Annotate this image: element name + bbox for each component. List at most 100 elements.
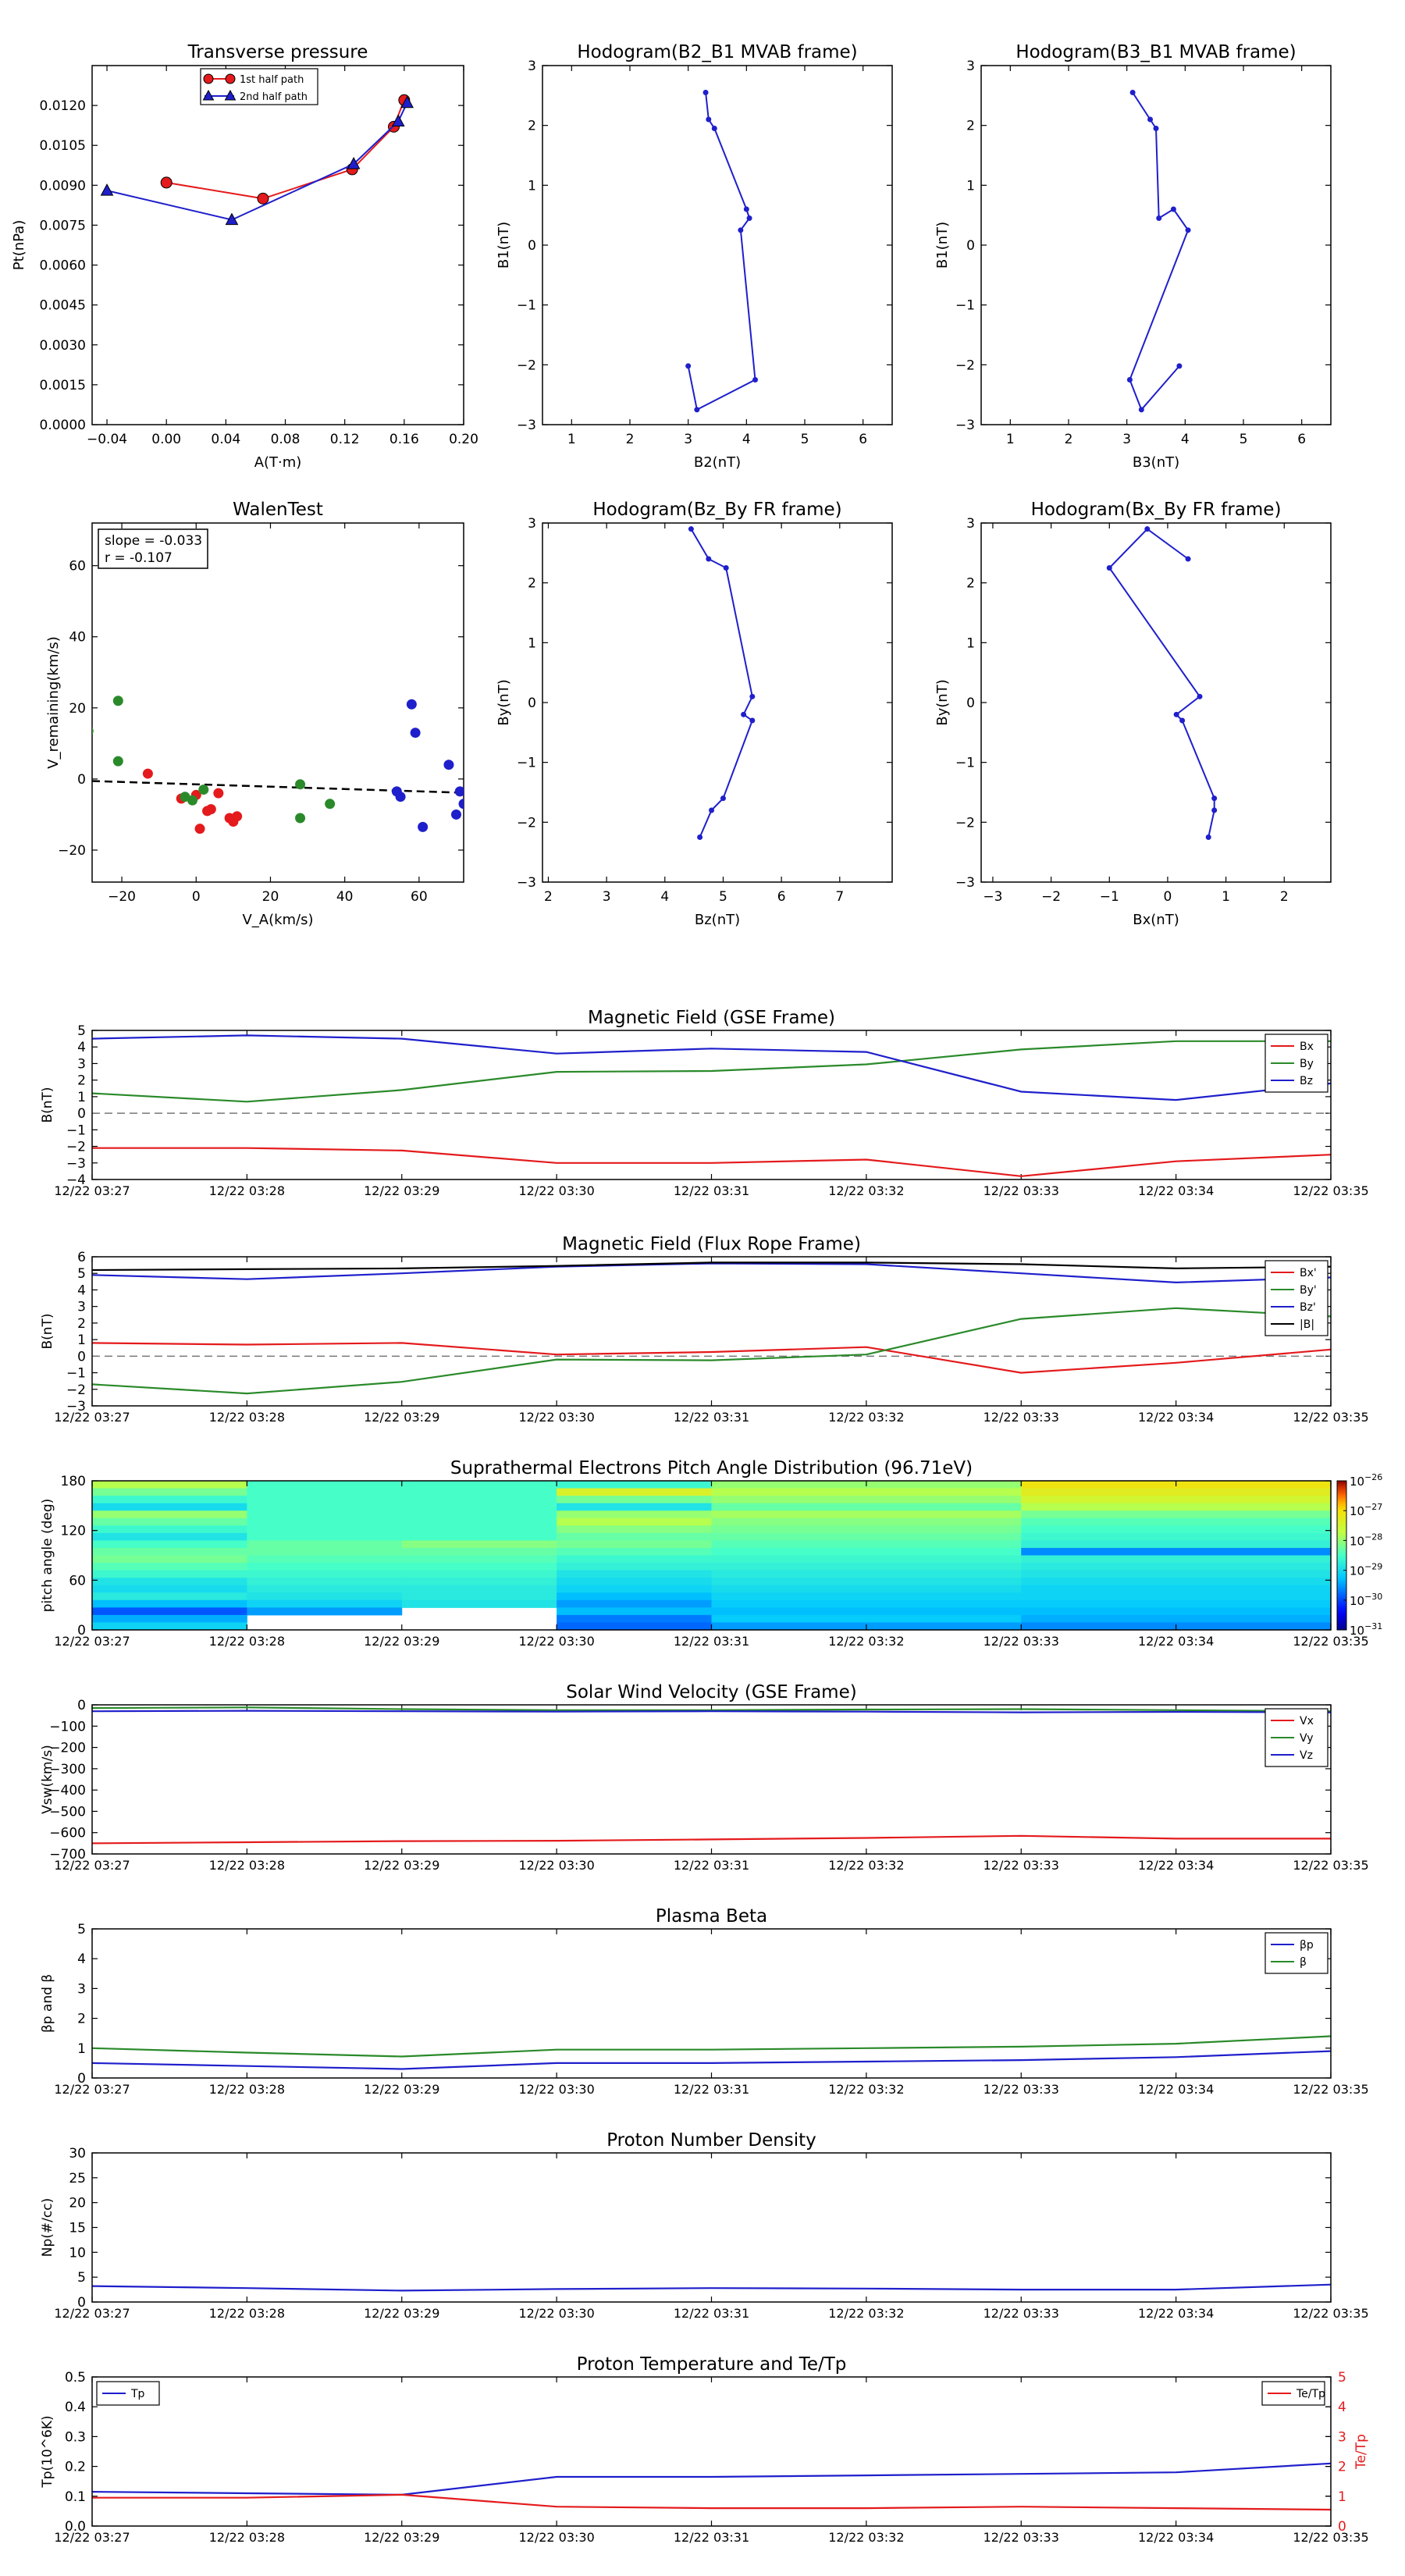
legend-label: β <box>1300 1956 1307 1969</box>
legend-label: By' <box>1300 1284 1317 1297</box>
heatmap-cell <box>92 1578 247 1586</box>
x-tick-label: −2 <box>1041 889 1061 905</box>
plot-frame <box>91 1704 1332 1855</box>
x-tick-label: 12/22 03:27 <box>54 2082 130 2097</box>
heatmap-cell <box>401 1503 557 1511</box>
y-tick-label: 0.1 <box>65 2489 86 2505</box>
y-axis-label: B(nT) <box>40 1087 55 1123</box>
legend: βp β <box>1264 1932 1329 1974</box>
y-tick-label: 0.0120 <box>40 98 86 114</box>
x-tick-label: 12/22 03:28 <box>209 2082 285 2097</box>
series-line <box>91 1034 1332 1101</box>
heatmap-cell <box>92 1570 247 1578</box>
x-tick-label: 12/22 03:32 <box>828 1634 904 1649</box>
heatmap-cell <box>711 1599 1022 1608</box>
y-tick-label: 0.0105 <box>40 138 86 154</box>
y-tick-label: 4 <box>77 1283 86 1298</box>
heatmap-cell <box>1021 1517 1332 1526</box>
heatmap-cell <box>557 1592 712 1601</box>
data-point <box>1147 116 1154 123</box>
annotation-text: slope = -0.033 <box>105 533 202 549</box>
heatmap-cell <box>711 1563 1022 1571</box>
y-tick-label: 0.4 <box>65 2400 86 2415</box>
y-tick-label: 25 <box>69 2171 86 2186</box>
plot-frame <box>980 65 1332 425</box>
heatmap-cell <box>1021 1510 1332 1519</box>
plot-frame <box>91 1030 1332 1180</box>
heatmap-cell <box>557 1622 712 1631</box>
x-tick-label: 6 <box>777 889 786 905</box>
heatmap-cell <box>557 1563 712 1571</box>
legend-label: Bz' <box>1300 1301 1316 1314</box>
x-tick-label: 12/22 03:31 <box>674 2082 749 2097</box>
x-tick-label: 6 <box>859 432 867 447</box>
x-tick-label: 12/22 03:29 <box>364 2530 439 2545</box>
data-point <box>1126 377 1133 382</box>
legend-label: Tp <box>130 2388 145 2400</box>
y-tick-label: −2 <box>66 1382 86 1398</box>
x-tick-label: 12/22 03:30 <box>518 2530 594 2545</box>
chart-pt: Transverse pressure −0.04 0.00 0.04 0.08 0.12… <box>11 42 478 471</box>
x-tick-label: 12/22 03:27 <box>54 1634 130 1649</box>
y-tick-label: 3 <box>77 1981 86 1997</box>
y-tick-label: −3 <box>955 418 975 433</box>
x-tick-label: 40 <box>336 889 354 905</box>
heatmap-cell <box>247 1599 403 1608</box>
y-tick-label: −3 <box>517 875 536 891</box>
heatmap-cell <box>557 1614 712 1623</box>
data-point <box>1185 556 1191 562</box>
x-tick-label: −3 <box>983 889 1002 905</box>
series-line <box>92 2493 1332 2511</box>
series-line <box>92 1147 1332 1177</box>
data-point <box>458 799 464 809</box>
heatmap-cell <box>92 1525 247 1534</box>
heatmap-cell <box>711 1607 1022 1616</box>
heatmap-cell <box>401 1488 557 1496</box>
heatmap-cell <box>401 1481 557 1489</box>
plot-area <box>685 90 759 413</box>
heatmap-cell <box>557 1481 712 1489</box>
chart-title: Magnetic Field (Flux Rope Frame) <box>562 1234 861 1254</box>
y-tick-label: 0 <box>77 1106 86 1122</box>
data-point <box>697 834 703 840</box>
y-tick-label: 0 <box>77 1698 86 1713</box>
data-point <box>395 792 406 802</box>
x-tick-label: 12/22 03:32 <box>828 1858 904 1873</box>
heatmap-cell <box>401 1592 557 1601</box>
data-point <box>752 377 759 382</box>
x-tick-label: 4 <box>1181 432 1190 447</box>
heatmap-cell <box>1021 1503 1332 1511</box>
x-tick-label: 12/22 03:34 <box>1138 1410 1214 1425</box>
heatmap-cell <box>92 1614 247 1623</box>
y-tick-label: 1 <box>966 635 975 651</box>
x-tick-label: 0.08 <box>271 432 301 447</box>
heatmap-cell <box>401 1599 557 1608</box>
legend: Vx Vy Vz <box>1264 1708 1329 1767</box>
plot-area <box>1126 90 1191 413</box>
heatmap-cell <box>92 1510 247 1519</box>
heatmap-cell <box>1021 1614 1332 1623</box>
data-point <box>257 192 269 205</box>
x-tick-label: 12/22 03:34 <box>1138 1183 1214 1198</box>
y-tick-label: 0.2 <box>65 2460 86 2475</box>
colorbar-tick-label: 10−29 <box>1350 1562 1382 1578</box>
y-tick-label: 3 <box>528 516 536 532</box>
legend: Bx By Bz <box>1264 1034 1329 1093</box>
chart-title: Plasma Beta <box>656 1906 767 1927</box>
x-tick-label: 12/22 03:35 <box>1293 1410 1368 1425</box>
data-point <box>1170 206 1176 212</box>
annotation-text: r = -0.107 <box>105 550 173 566</box>
heatmap-cell <box>557 1532 712 1541</box>
heatmap-cell <box>1021 1547 1332 1556</box>
heatmap-cell <box>401 1532 557 1541</box>
y-tick-label: −2 <box>955 358 975 373</box>
x-tick-label: 5 <box>719 889 727 905</box>
data-point <box>1211 807 1218 813</box>
x-tick-label: 12/22 03:27 <box>54 1410 130 1425</box>
plot-frame <box>91 1256 1332 1407</box>
x-tick-label: 12/22 03:29 <box>364 1858 439 1873</box>
chart-hod1: Hodogram(B2_B1 MVAB frame) 1 2 3 4 5 6 −3 −2 −1 0 1… <box>496 42 893 471</box>
x-tick-label: 12/22 03:34 <box>1138 2082 1214 2097</box>
data-point <box>112 696 123 706</box>
x-tick-label: 5 <box>801 432 809 447</box>
